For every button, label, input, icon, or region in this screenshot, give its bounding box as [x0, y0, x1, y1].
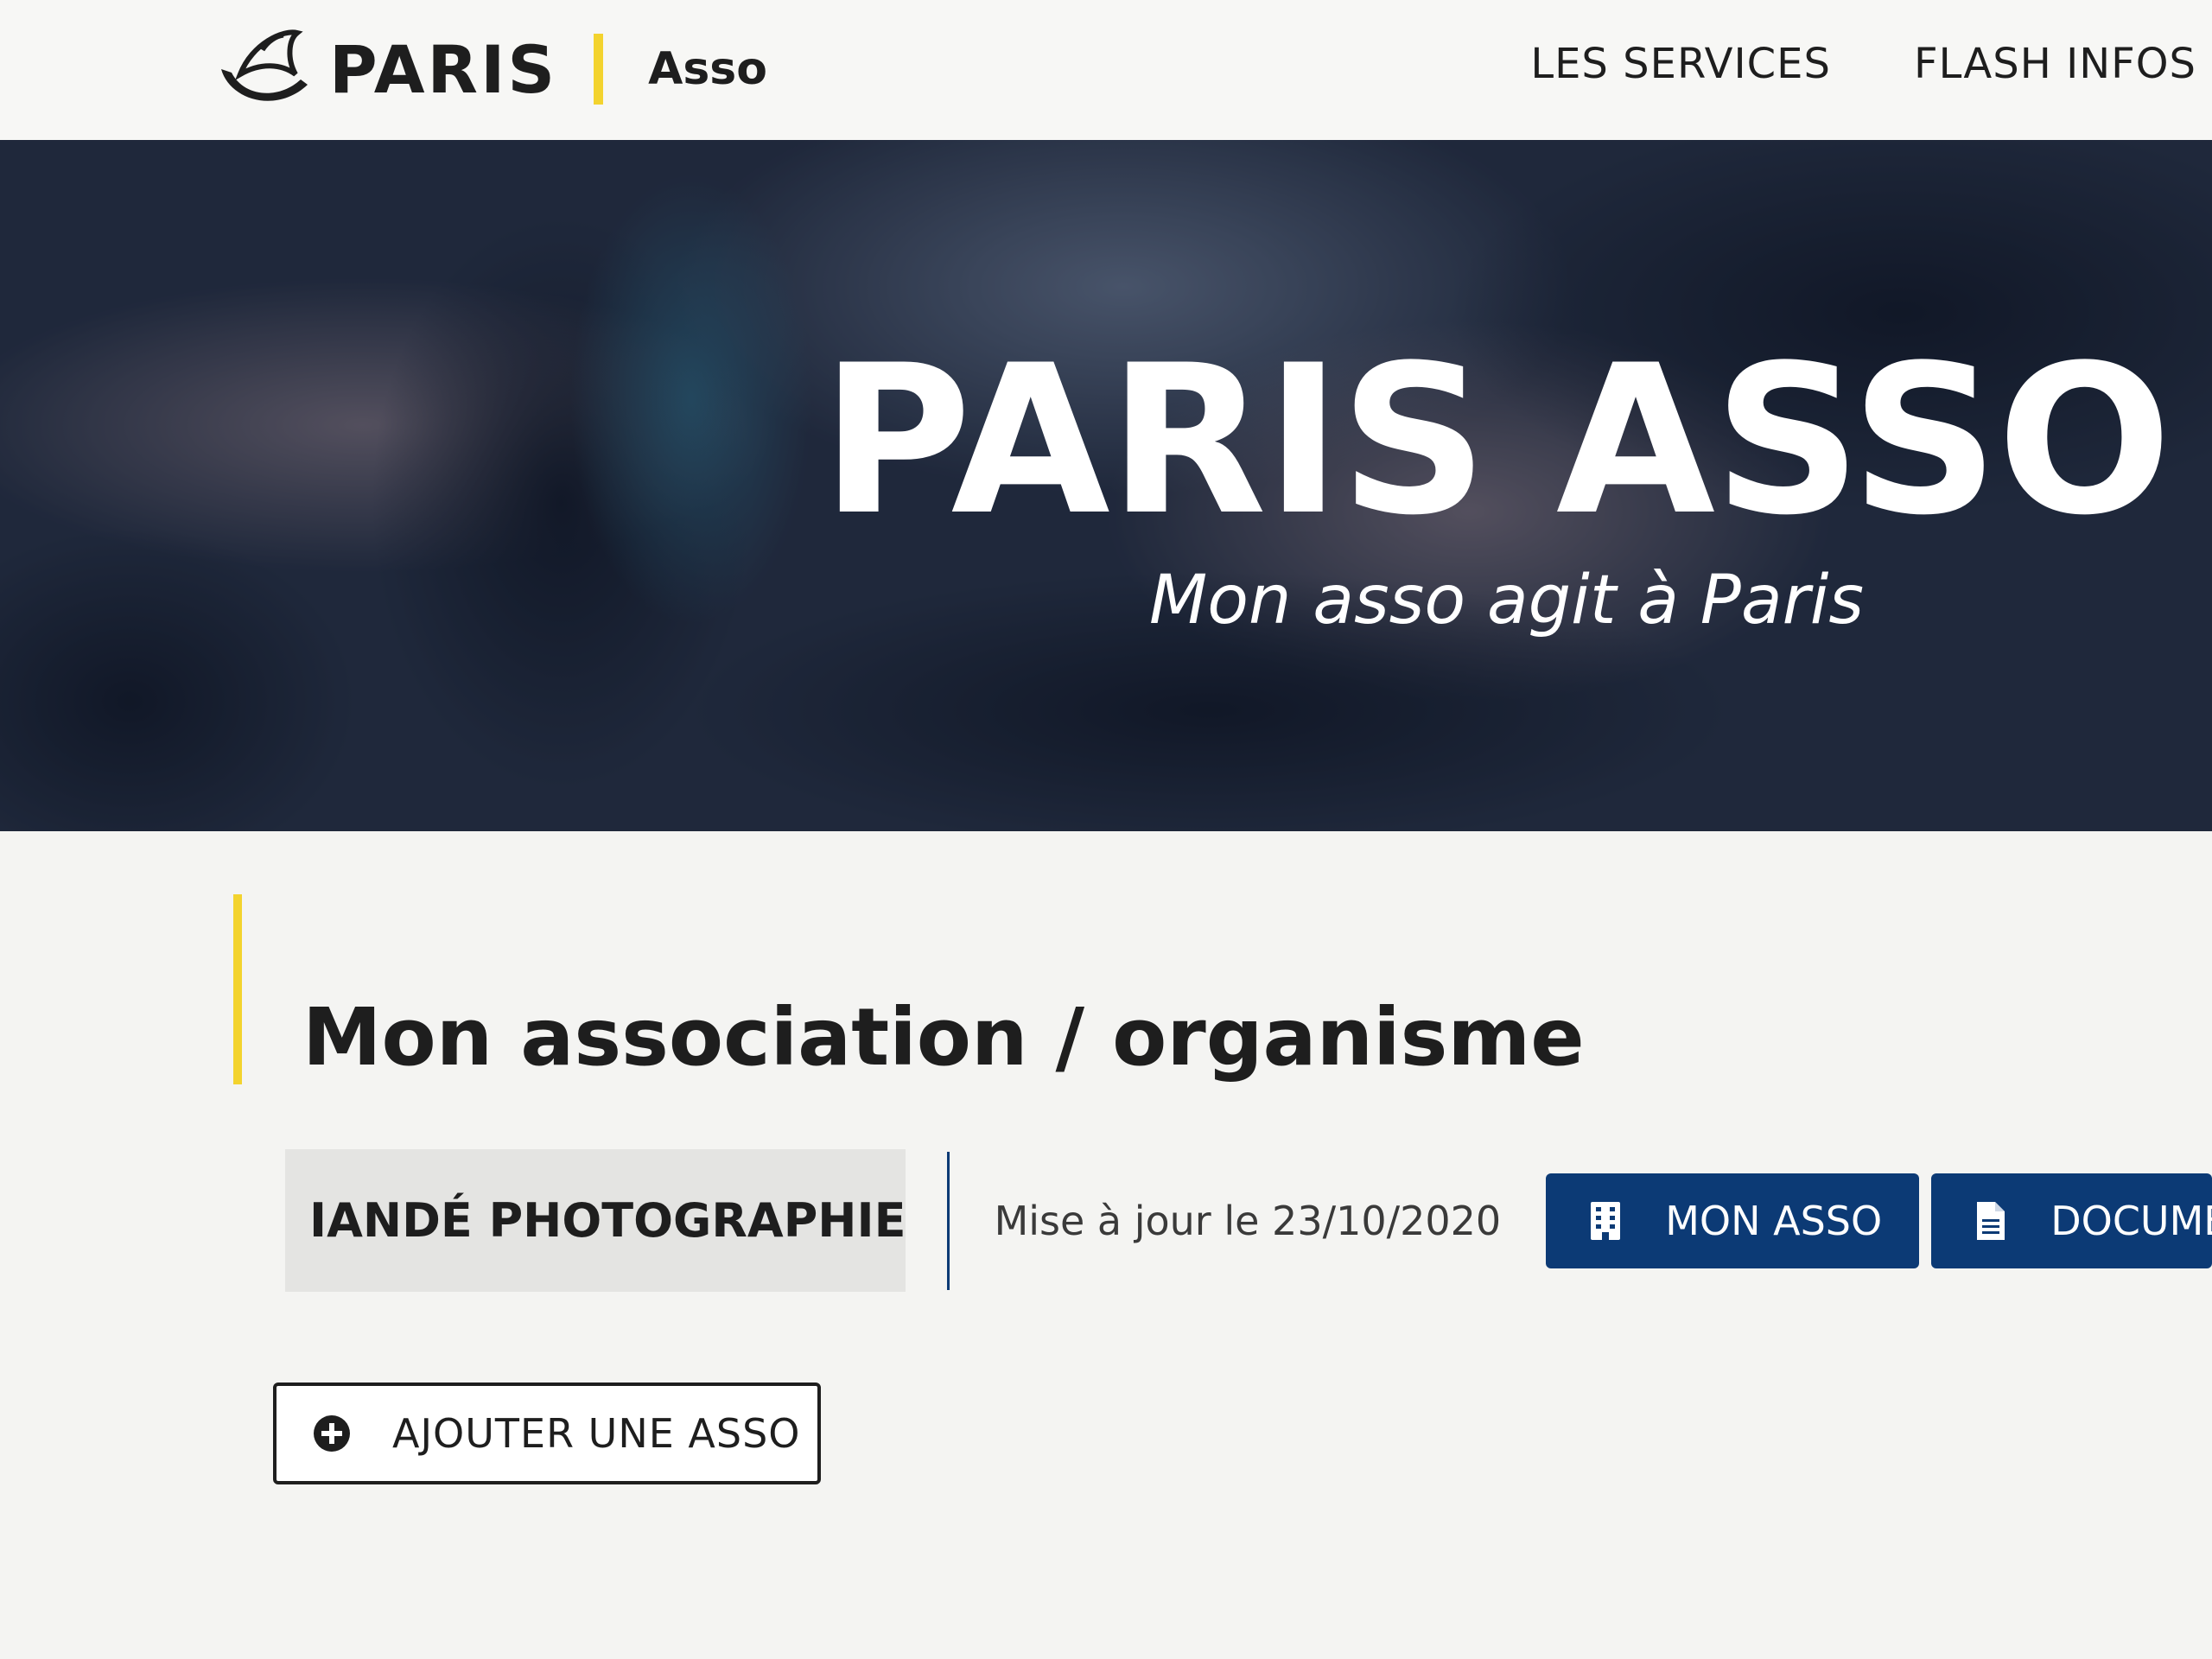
organization-name: IANDÉ PHOTOGRAPHIE: [309, 1193, 906, 1248]
documents-button[interactable]: DOCUMENTS: [1931, 1173, 2212, 1268]
mon-asso-button-label: MON ASSO: [1665, 1197, 1883, 1244]
site-header: PARIS Asso LES SERVICES FLASH INFOS: [0, 0, 2212, 140]
document-icon: [1977, 1201, 2005, 1240]
organization-update-date: Mise à jour le 23/10/2020: [994, 1197, 1502, 1244]
add-asso-button-label: AJOUTER UNE ASSO: [392, 1410, 801, 1457]
mon-asso-button[interactable]: MON ASSO: [1546, 1173, 1920, 1268]
logo-separator: [594, 34, 604, 105]
add-asso-button[interactable]: AJOUTER UNE ASSO: [273, 1382, 821, 1484]
documents-button-label: DOCUMENTS: [2050, 1197, 2212, 1244]
building-icon: [1591, 1201, 1621, 1240]
organization-name-box: IANDÉ PHOTOGRAPHIE: [285, 1149, 906, 1292]
logo-text: PARIS: [329, 30, 558, 108]
nav-item-flash-infos[interactable]: FLASH INFOS: [1914, 40, 2196, 88]
hero-title: PARIS ASSO: [821, 321, 2172, 561]
main-nav: LES SERVICES FLASH INFOS: [1530, 40, 2196, 88]
nav-item-les-services[interactable]: LES SERVICES: [1530, 40, 1831, 88]
organization-row: IANDÉ PHOTOGRAPHIE Mise à jour le 23/10/…: [285, 1149, 2212, 1292]
section-accent-bar: [233, 894, 242, 1084]
organization-divider: [947, 1151, 950, 1290]
page-title: Mon association / organisme: [302, 990, 1585, 1084]
paris-logo[interactable]: PARIS Asso: [214, 17, 767, 121]
hero-subtitle: Mon asso agit à Paris: [1149, 562, 1864, 639]
hero-banner: PARIS ASSO Mon asso agit à Paris: [0, 140, 2212, 831]
logo-subtitle: Asso: [648, 43, 767, 95]
plus-circle-icon: [314, 1415, 350, 1452]
paris-boat-icon: [221, 29, 308, 101]
